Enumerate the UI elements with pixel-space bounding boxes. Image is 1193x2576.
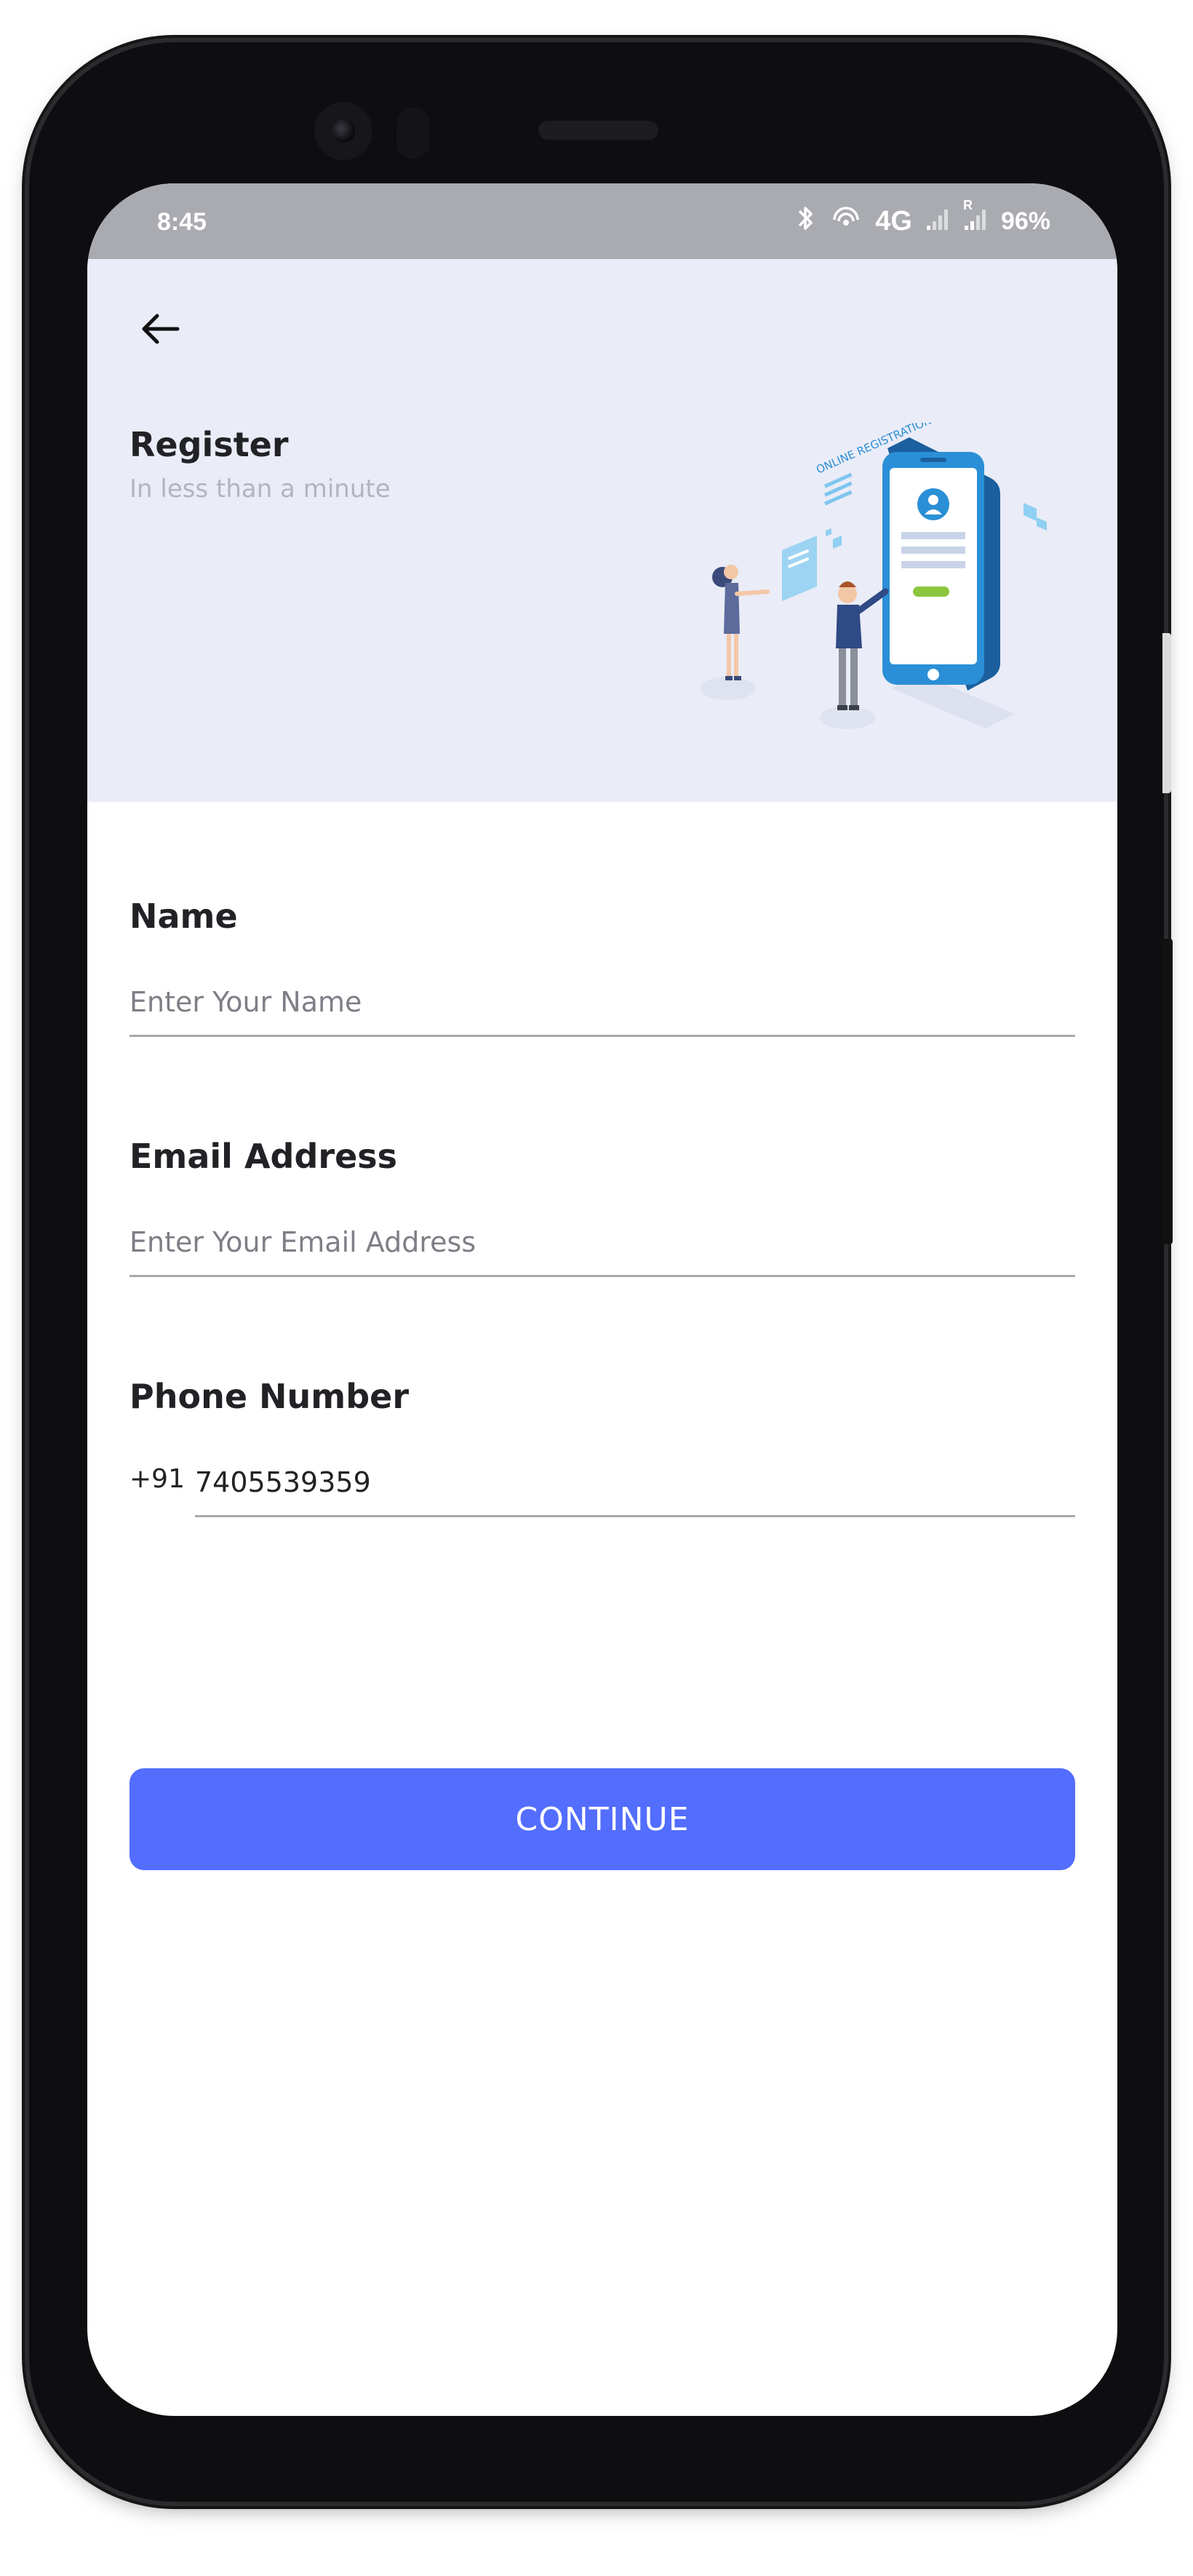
volume-button [1162, 633, 1171, 793]
page-subtitle: In less than a minute [129, 474, 391, 504]
phone-label: Phone Number [129, 1377, 410, 1416]
continue-button[interactable]: CONTINUE [129, 1768, 1075, 1870]
proximity-sensor [396, 108, 430, 159]
arrow-left-icon [142, 314, 180, 344]
register-header: Register In less than a minute ONLINE RE… [87, 259, 1117, 802]
signal-icon [925, 205, 950, 238]
online-registration-illustration: ONLINE REGISTRATION [700, 423, 1047, 729]
status-bar: 8:45 4G R 96% [87, 183, 1117, 259]
network-type: 4G [875, 206, 912, 236]
status-icons: 4G R 96% [795, 198, 1050, 239]
front-camera [314, 102, 372, 160]
power-button [1162, 939, 1173, 1244]
status-time: 8:45 [157, 208, 207, 236]
signal-roaming-icon: R [963, 198, 988, 238]
page-title: Register [129, 425, 289, 464]
battery-percent: 96% [1000, 207, 1050, 235]
back-button[interactable] [125, 294, 195, 364]
roaming-mark: R [962, 198, 973, 212]
phone-input[interactable] [195, 1459, 1075, 1517]
earpiece-speaker [538, 121, 658, 140]
app-screen: 8:45 4G R 96% Register In less than a mi… [87, 183, 1117, 2416]
name-input[interactable] [129, 979, 1075, 1037]
name-label: Name [129, 897, 238, 936]
email-label: Email Address [129, 1137, 398, 1176]
email-input[interactable] [129, 1219, 1075, 1277]
hotspot-icon [830, 204, 862, 239]
country-code[interactable]: +91 [129, 1464, 185, 1494]
bluetooth-icon [795, 204, 817, 239]
